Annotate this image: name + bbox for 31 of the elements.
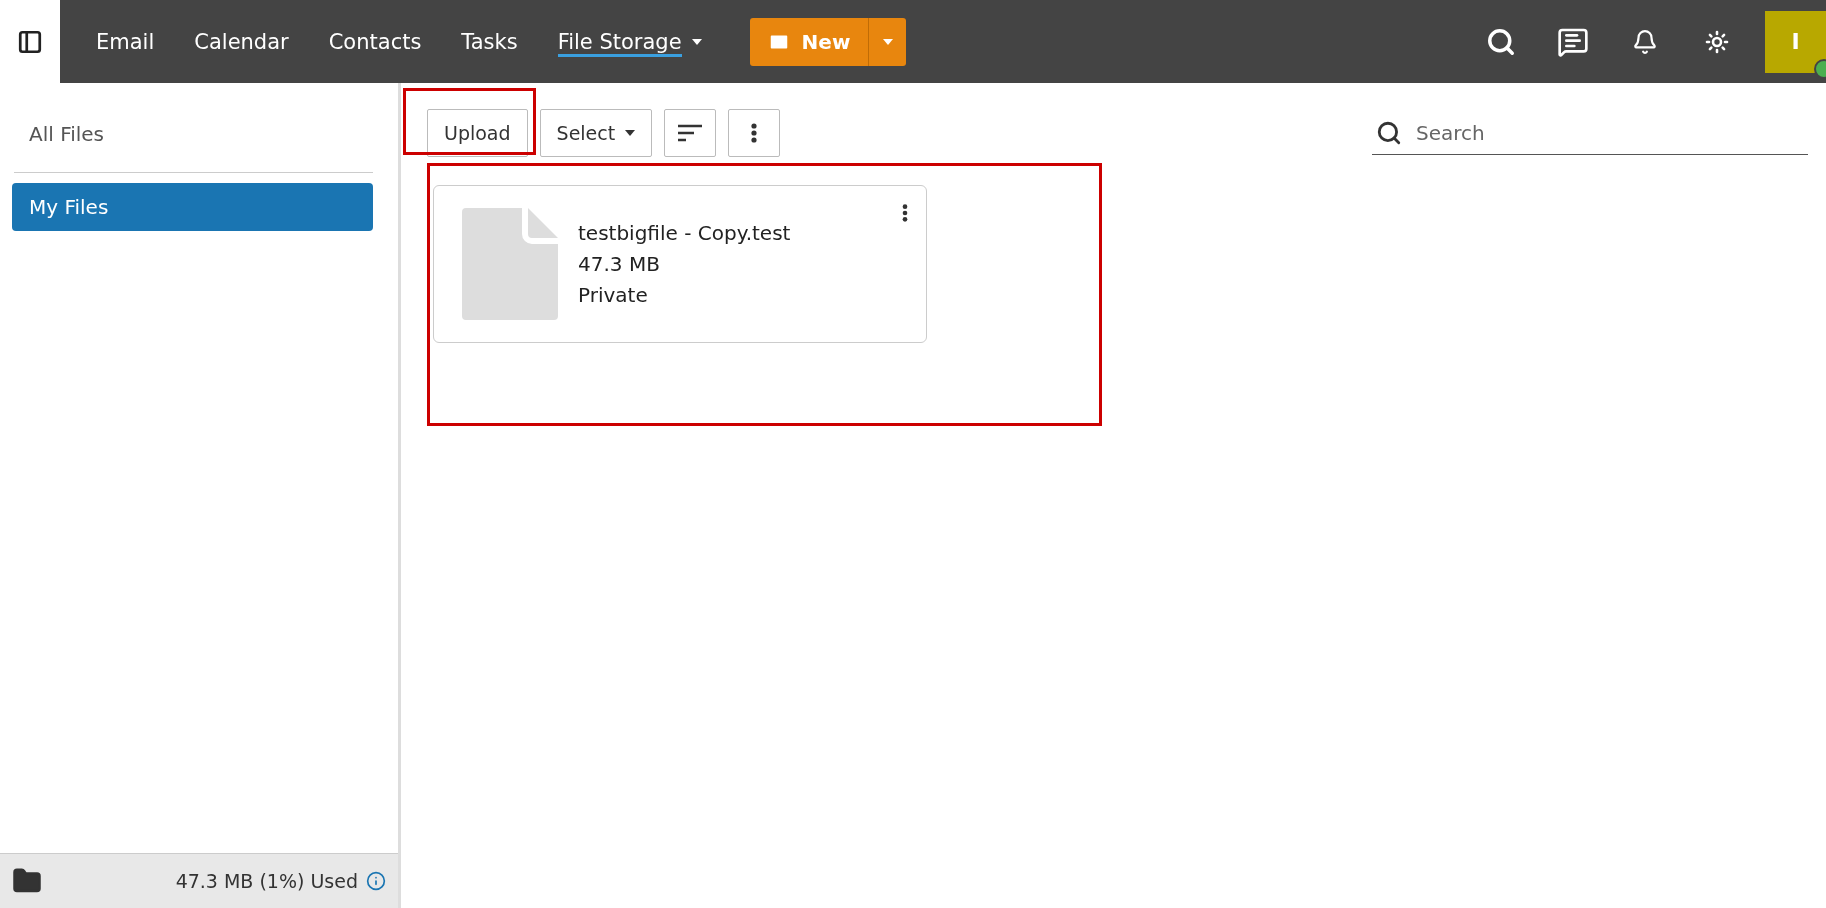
file-sharing: Private [578, 281, 649, 309]
file-card[interactable]: testbigfile - Copy.test 47.3 MB Private [433, 185, 927, 343]
search-field[interactable]: Search [1372, 111, 1808, 155]
sun-icon [1705, 29, 1729, 54]
sort-icon [678, 124, 703, 142]
more-icon [902, 204, 908, 222]
more-button[interactable] [728, 109, 781, 157]
upload-button[interactable]: Upload [427, 109, 528, 157]
nav-link[interactable]: File Storage [557, 26, 702, 57]
nav-link[interactable]: Contacts [328, 26, 422, 57]
panel-icon [17, 28, 43, 55]
sort-button[interactable] [664, 109, 717, 157]
bell-icon [1632, 28, 1658, 55]
caret-icon [625, 130, 636, 136]
file-size: 47.3 MB [578, 250, 661, 278]
file-icon [462, 208, 558, 320]
caret-icon [691, 38, 702, 45]
nav-link[interactable]: Calendar [194, 26, 289, 57]
caret-icon [882, 38, 893, 45]
search-icon [1376, 119, 1402, 146]
more-icon [751, 123, 758, 143]
info-icon[interactable] [366, 871, 386, 891]
file-menu-button[interactable] [902, 204, 908, 222]
search-icon [1486, 26, 1516, 57]
nav-link[interactable]: Email [96, 26, 155, 57]
storage-usage: 47.3 MB (1%) Used [175, 870, 358, 892]
sidebar-item[interactable]: My Files [12, 183, 373, 231]
sidebar-item[interactable]: All Files [12, 110, 373, 158]
nav-link[interactable]: Tasks [461, 26, 518, 57]
file-name: testbigfile - Copy.test [578, 219, 791, 247]
select-button[interactable]: Select [539, 109, 653, 157]
